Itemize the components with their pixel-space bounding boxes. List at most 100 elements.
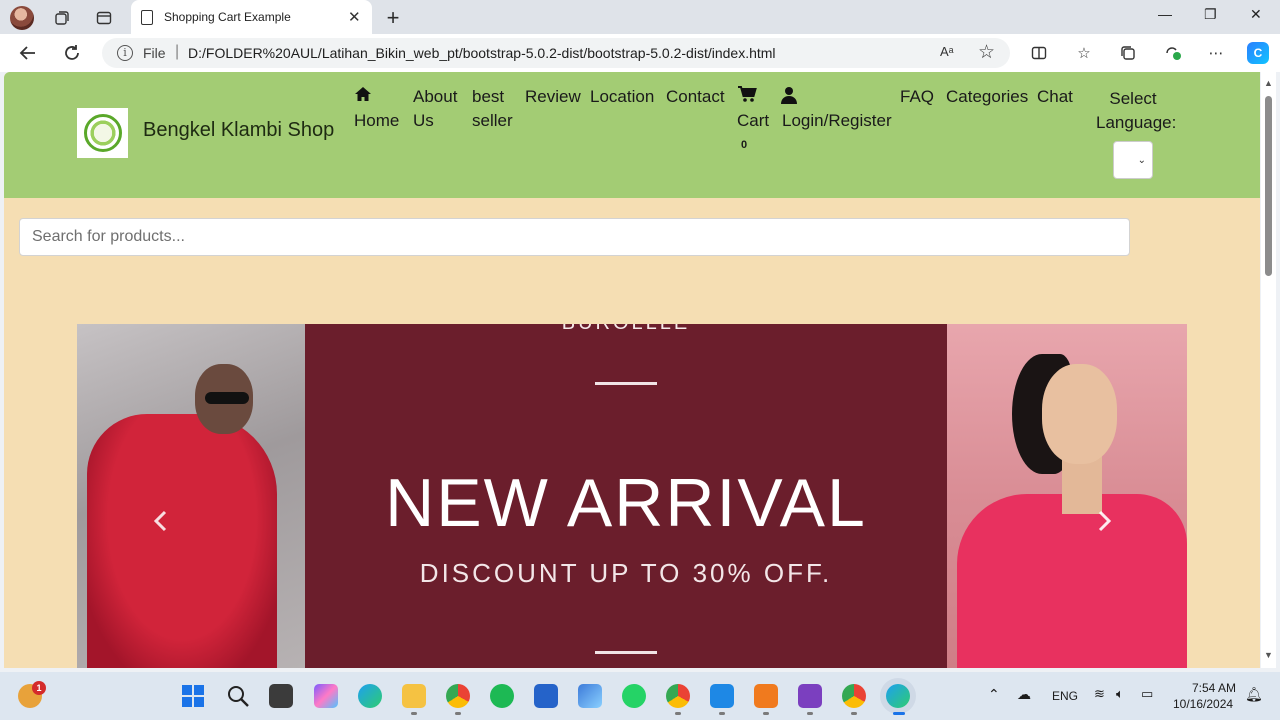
user-icon[interactable] (781, 86, 797, 109)
favorites-icon[interactable]: ☆ (1073, 42, 1095, 64)
language-label-line2: Language: (1096, 113, 1177, 132)
vscode-icon[interactable] (710, 684, 734, 708)
clock-time[interactable]: 7:54 AM (1192, 681, 1236, 695)
tab-actions-icon[interactable] (92, 6, 116, 30)
xampp-icon[interactable] (754, 684, 778, 708)
document-icon (141, 10, 153, 25)
nav-location-link[interactable]: Location (590, 85, 654, 109)
tab-title: Shopping Cart Example (164, 10, 291, 24)
tab-close-icon[interactable]: ✕ (348, 8, 361, 26)
running-indicator (411, 712, 417, 715)
whatsapp-icon[interactable] (622, 684, 646, 708)
chevron-down-icon: ⌄ (1137, 154, 1146, 166)
nav-best-seller-line1[interactable]: best (472, 85, 504, 109)
copilot-icon[interactable]: C (1247, 42, 1269, 64)
home-icon[interactable] (354, 86, 372, 107)
running-indicator (455, 712, 461, 715)
nav-chat-link[interactable]: Chat (1037, 85, 1073, 109)
collections-icon[interactable] (1117, 42, 1139, 64)
nav-cart-link[interactable]: Cart (737, 109, 769, 133)
running-indicator (807, 712, 813, 715)
nav-best-seller-line2[interactable]: seller (472, 109, 513, 133)
nav-about-link-line1[interactable]: About (413, 85, 457, 109)
task-view-icon[interactable] (269, 684, 293, 708)
address-bar[interactable]: i File | D:/FOLDER%20AUL/Latihan_Bikin_w… (102, 38, 1010, 68)
edge-app-icon[interactable] (358, 684, 382, 708)
settings-more-icon[interactable]: ⋯ (1205, 42, 1227, 64)
running-indicator (719, 712, 725, 715)
notification-bell-icon[interactable]: 🔔︎ (1245, 686, 1263, 703)
volume-icon[interactable]: 🔈︎ (1116, 686, 1124, 702)
nav-login-register-link[interactable]: Login/Register (782, 109, 892, 133)
profile-avatar-icon[interactable] (10, 6, 34, 30)
nav-about-link-line2[interactable]: Us (413, 109, 434, 133)
battery-icon[interactable]: ▭ (1141, 686, 1153, 702)
chrome-icon[interactable] (842, 684, 866, 708)
microsoft-store-icon[interactable] (534, 684, 558, 708)
copilot-app-icon[interactable] (314, 684, 338, 708)
nav-faq-link[interactable]: FAQ (900, 85, 934, 109)
browser-toolbar: i File | D:/FOLDER%20AUL/Latihan_Bikin_w… (0, 34, 1280, 72)
site-navbar: Bengkel Klambi Shop Home About Us best s… (4, 72, 1260, 198)
browser-tab-bar: Shopping Cart Example ✕ + — ❐ ✕ (0, 0, 1280, 34)
visual-studio-icon[interactable] (798, 684, 822, 708)
page-scrollbar[interactable]: ▲ ▼ (1261, 72, 1276, 668)
page-viewport: Bengkel Klambi Shop Home About Us best s… (4, 72, 1260, 668)
language-label: Select Language: (1096, 87, 1177, 135)
nav-home-link[interactable]: Home (354, 109, 399, 133)
edge-active-icon[interactable] (886, 684, 910, 708)
language-select[interactable]: ⌄ (1113, 141, 1153, 179)
chrome-profile-icon[interactable] (446, 684, 470, 708)
carousel-prev-icon[interactable] (153, 510, 167, 538)
onedrive-icon[interactable]: ☁ (1017, 686, 1031, 703)
input-language[interactable]: ENG (1052, 689, 1078, 703)
read-aloud-icon[interactable]: Aᵃ (940, 44, 954, 59)
shop-logo[interactable] (77, 108, 128, 158)
wifi-icon[interactable]: ≋ (1094, 686, 1105, 702)
model-red-coat-image (77, 324, 305, 668)
chrome-gmail-icon[interactable] (666, 684, 690, 708)
restore-button[interactable]: ❐ (1204, 6, 1217, 23)
site-info-icon[interactable]: i (117, 45, 133, 61)
workspaces-icon[interactable] (50, 6, 74, 30)
banner-divider-top (595, 382, 657, 385)
scroll-down-icon[interactable]: ▼ (1264, 650, 1273, 660)
nav-review-link[interactable]: Review (525, 85, 581, 109)
new-tab-button[interactable]: + (381, 5, 405, 30)
file-explorer-icon[interactable] (402, 684, 426, 708)
language-label-line1: Select (1109, 89, 1157, 108)
notification-badge: 1 (32, 681, 46, 695)
favorite-star-icon[interactable]: ☆ (978, 41, 995, 64)
scrollbar-thumb[interactable] (1265, 96, 1272, 276)
running-indicator (675, 712, 681, 715)
cart-icon[interactable] (737, 86, 757, 108)
clock-date[interactable]: 10/16/2024 (1173, 697, 1233, 711)
model-pink-blazer-image (947, 324, 1187, 668)
address-separator: | (175, 43, 180, 60)
nav-contact-link[interactable]: Contact (666, 85, 725, 109)
running-indicator (763, 712, 769, 715)
split-screen-icon[interactable] (1028, 42, 1050, 64)
active-indicator (893, 712, 905, 715)
windows-start-icon[interactable] (181, 684, 205, 708)
minimize-button[interactable]: — (1158, 6, 1172, 22)
brand-name[interactable]: Bengkel Klambi Shop (143, 119, 334, 142)
scroll-up-icon[interactable]: ▲ (1264, 78, 1273, 88)
url-text[interactable]: D:/FOLDER%20AUL/Latihan_Bikin_web_pt/boo… (188, 45, 776, 61)
refresh-icon[interactable] (60, 41, 84, 65)
search-icon[interactable] (226, 684, 250, 708)
tray-overflow-icon[interactable]: ⌃ (988, 686, 1000, 703)
carousel-next-icon[interactable] (1098, 510, 1112, 538)
nav-categories-link[interactable]: Categories (946, 85, 1028, 109)
banner-brand-text: BUROLLLE (305, 324, 947, 335)
banner-divider-bottom (595, 651, 657, 654)
spotify-icon[interactable] (490, 684, 514, 708)
vpn-app-icon[interactable] (578, 684, 602, 708)
window-close-button[interactable]: ✕ (1250, 6, 1262, 23)
back-arrow-icon[interactable] (16, 41, 40, 65)
promo-carousel: BUROLLLE NEW ARRIVAL DISCOUNT UP TO 30% … (77, 324, 1187, 668)
banner-headline: NEW ARRIVAL (385, 465, 867, 541)
browser-tab-active[interactable]: Shopping Cart Example ✕ (131, 0, 372, 34)
product-search-input[interactable] (20, 219, 1129, 255)
browser-essentials-icon[interactable] (1162, 42, 1184, 64)
